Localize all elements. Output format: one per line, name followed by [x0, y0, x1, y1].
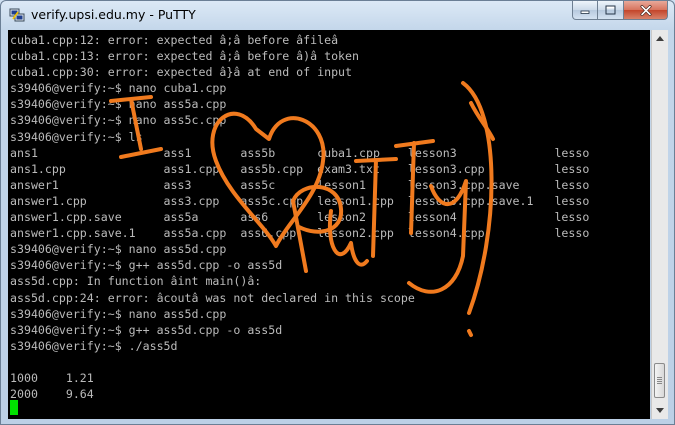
terminal-line: ass5d.cpp:24: error: âcoutâ was not decl… [10, 290, 415, 305]
terminal-line: answer1.cpp.save ass5a ass6 lesson2 less… [10, 210, 590, 225]
maximize-icon [605, 5, 616, 15]
terminal-line: 1000 1.21 [10, 370, 94, 385]
terminal-line: s39406@verify:~$ g++ ass5d.cpp -o ass5d [10, 322, 283, 337]
terminal-line: answer1.cpp ass3.cpp ass5c.cpp lesson1.c… [10, 193, 590, 208]
scroll-down-button[interactable] [652, 402, 668, 419]
scrollbar-thumb[interactable] [654, 363, 665, 398]
terminal-line: s39406@verify:~$ nano cuba1.cpp [10, 81, 227, 96]
close-button[interactable] [624, 1, 668, 20]
terminal-area[interactable]: cuba1.cpp:12: error: expected â;â before… [8, 30, 650, 419]
terminal-line: s39406@verify:~$ g++ ass5d.cpp -o ass5d [10, 258, 283, 273]
arrow-up-icon [656, 36, 664, 41]
terminal-line: answer1.cpp.save.1 ass5a.cpp ass6.cpp le… [10, 226, 590, 241]
terminal-line: s39406@verify:~$ nano ass5a.cpp [10, 97, 227, 112]
window-title: verify.upsi.edu.my - PuTTY [31, 7, 196, 22]
window-controls [572, 1, 668, 21]
terminal-line: s39406@verify:~$ nano ass5d.cpp [10, 242, 227, 257]
putty-window: verify.upsi.edu.my - PuTTY cuba1.cpp:12:… [0, 0, 675, 425]
title-bar[interactable]: verify.upsi.edu.my - PuTTY [1, 1, 674, 29]
vertical-scrollbar[interactable] [651, 30, 668, 419]
minimize-icon [580, 10, 590, 14]
close-icon [640, 4, 651, 16]
terminal-line: ans1.cpp ass1.cpp ass5b.cpp exam3.txt le… [10, 161, 590, 176]
arrow-down-icon [656, 408, 664, 413]
putty-icon[interactable] [9, 7, 25, 23]
terminal-line: ans1 ass1 ass5b cuba1.cpp lesson3 lesso [10, 145, 590, 160]
terminal-line: ass5d.cpp: In function âint main()â: [10, 274, 262, 289]
terminal-line: 2000 9.64 [10, 387, 94, 402]
terminal-line: s39406@verify:~$ ./ass5d [10, 338, 178, 353]
terminal-line: s39406@verify:~$ nano ass5c.cpp [10, 113, 227, 128]
scroll-up-button[interactable] [652, 30, 668, 47]
terminal-line: cuba1.cpp:13: error: expected â;â before… [10, 49, 360, 64]
maximize-button[interactable] [598, 1, 624, 20]
terminal-line: s39406@verify:~$ ls [10, 129, 143, 144]
terminal-line: answer1 ass3 ass5c lesson1 lesson3.cpp.s… [10, 177, 590, 192]
terminal-output: cuba1.cpp:12: error: expected â;â before… [10, 32, 589, 402]
terminal-line: cuba1.cpp:30: error: expected â}â at end… [10, 65, 353, 80]
terminal-line: cuba1.cpp:12: error: expected â;â before… [10, 33, 339, 47]
text-cursor [10, 400, 18, 415]
minimize-button[interactable] [572, 1, 598, 20]
terminal-line: s39406@verify:~$ nano ass5d.cpp [10, 306, 227, 321]
